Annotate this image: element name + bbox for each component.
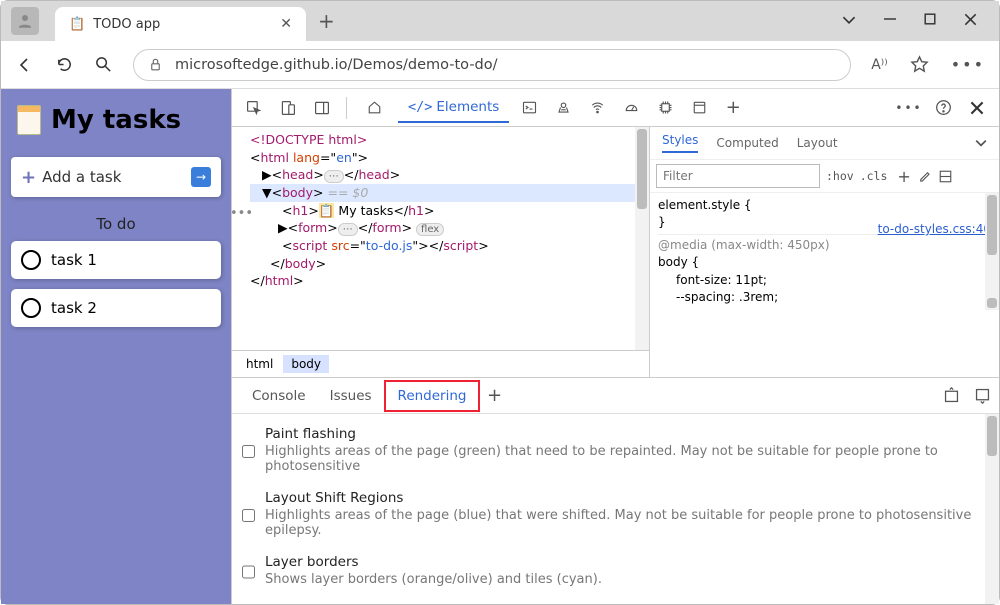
maximize-icon[interactable] — [924, 13, 936, 27]
tab-title: TODO app — [93, 17, 160, 32]
cls-toggle[interactable]: .cls — [860, 169, 888, 183]
crumb-body[interactable]: body — [283, 355, 329, 373]
chevron-down-icon[interactable] — [975, 137, 987, 149]
toggle-layout-icon[interactable] — [938, 169, 953, 184]
rendering-option-title: Layout Shift Regions — [265, 490, 989, 506]
rendering-option: Layout Shift Regions Highlights areas of … — [242, 484, 989, 548]
read-aloud-icon[interactable]: A⁾⁾ — [871, 57, 887, 73]
network-icon[interactable] — [583, 95, 611, 121]
devtools-toolbar: </> Elements + ••• — [232, 89, 999, 127]
console-icon[interactable] — [515, 95, 543, 121]
close-window-icon[interactable] — [964, 13, 977, 27]
device-icon[interactable] — [274, 95, 302, 121]
welcome-tab[interactable] — [357, 94, 392, 121]
window-titlebar: 📋 TODO app ✕ + — [1, 1, 999, 41]
sources-icon[interactable] — [549, 95, 577, 121]
submit-icon[interactable]: → — [191, 167, 211, 187]
add-task-input[interactable]: + Add a task → — [11, 157, 221, 197]
expand-icon[interactable] — [943, 387, 960, 404]
drawer-tab-console[interactable]: Console — [240, 382, 318, 410]
collapse-icon[interactable] — [974, 387, 991, 404]
profile-icon[interactable] — [11, 7, 39, 35]
styles-filter-input[interactable] — [656, 164, 820, 188]
devtools-drawer: Console Issues Rendering + Paint flashin… — [232, 377, 999, 604]
browser-toolbar: microsoftedge.github.io/Demos/demo-to-do… — [1, 41, 999, 89]
more-tabs-icon[interactable]: + — [719, 95, 747, 121]
plus-icon: + — [21, 167, 36, 188]
chevron-down-icon[interactable] — [842, 13, 856, 27]
checkbox-icon[interactable] — [21, 298, 41, 318]
rendering-option-title: Frame Rendering Stats — [265, 603, 731, 604]
rendering-panel: Paint flashing Highlights areas of the pa… — [232, 414, 999, 604]
app-header: My tasks — [17, 105, 221, 135]
task-item[interactable]: task 2 — [11, 289, 221, 327]
hov-toggle[interactable]: :hov — [826, 169, 854, 183]
back-button[interactable] — [15, 55, 35, 75]
close-devtools-icon[interactable] — [963, 95, 991, 121]
rendering-option: Paint flashing Highlights areas of the pa… — [242, 420, 989, 484]
task-label: task 1 — [51, 251, 97, 269]
rendering-checkbox[interactable] — [242, 429, 255, 474]
rendering-option-title: Layer borders — [265, 554, 602, 570]
dom-ellipsis-icon[interactable]: ••• — [232, 205, 253, 223]
help-icon[interactable] — [929, 95, 957, 121]
styles-pane: Styles Computed Layout :hov .cls + eleme… — [649, 127, 999, 377]
lock-icon — [148, 57, 163, 72]
new-style-icon[interactable]: + — [897, 167, 910, 186]
rendering-option-desc: Highlights areas of the page (green) tha… — [265, 444, 989, 474]
drawer-tab-issues[interactable]: Issues — [318, 382, 384, 410]
browser-tab[interactable]: 📋 TODO app ✕ — [55, 7, 306, 41]
checkbox-icon[interactable] — [21, 250, 41, 270]
app-pane: My tasks + Add a task → To do task 1 tas… — [1, 89, 231, 604]
dom-tree[interactable]: ••• <!DOCTYPE html> <html lang="en"> ▶<h… — [232, 127, 649, 350]
rendering-option: Frame Rendering StatsPlots frame through… — [242, 597, 989, 604]
task-item[interactable]: task 1 — [11, 241, 221, 279]
rendering-option: Layer borders Shows layer borders (orange… — [242, 548, 989, 597]
brush-icon[interactable] — [917, 169, 932, 184]
task-label: task 2 — [51, 299, 97, 317]
crumb-html[interactable]: html — [238, 355, 281, 373]
rendering-checkbox[interactable] — [242, 557, 255, 587]
dock-icon[interactable] — [308, 95, 336, 121]
app-title: My tasks — [51, 105, 181, 135]
drawer-tab-rendering[interactable]: Rendering — [384, 380, 481, 412]
memory-icon[interactable] — [651, 95, 679, 121]
minimize-icon[interactable] — [884, 13, 896, 27]
address-bar[interactable]: microsoftedge.github.io/Demos/demo-to-do… — [133, 49, 851, 81]
rendering-option-title: Paint flashing — [265, 426, 989, 442]
refresh-button[interactable] — [55, 55, 74, 74]
more-icon[interactable]: ••• — [951, 55, 985, 74]
favorite-icon[interactable] — [910, 55, 929, 74]
rendering-checkbox[interactable] — [242, 493, 255, 538]
rendering-option-desc: Highlights areas of the page (blue) that… — [265, 508, 989, 538]
layout-tab[interactable]: Layout — [797, 136, 838, 150]
add-task-placeholder: Add a task — [42, 168, 121, 186]
computed-tab[interactable]: Computed — [716, 136, 778, 150]
inspect-icon[interactable] — [240, 95, 268, 121]
breadcrumb[interactable]: html body — [232, 350, 649, 377]
source-link[interactable]: to-do-styles.css:40 — [878, 221, 991, 238]
devtools-panel: </> Elements + ••• ••• <!DOCTYPE html> <… — [231, 89, 999, 604]
performance-icon[interactable] — [617, 95, 645, 121]
more-drawer-tabs-icon[interactable]: + — [480, 383, 508, 409]
url-text: microsoftedge.github.io/Demos/demo-to-do… — [175, 57, 498, 73]
styles-rules[interactable]: element.style { } @media (max-width: 450… — [650, 193, 999, 310]
code-icon: </> — [408, 99, 432, 115]
settings-more-icon[interactable]: ••• — [895, 95, 923, 121]
styles-tab[interactable]: Styles — [662, 133, 698, 153]
rendering-option-desc: Shows layer borders (orange/olive) and t… — [265, 572, 602, 587]
clipboard-icon — [17, 105, 41, 135]
section-label: To do — [11, 215, 221, 233]
new-tab-button[interactable]: + — [318, 9, 335, 33]
close-tab-icon[interactable]: ✕ — [280, 16, 292, 32]
search-icon[interactable] — [94, 55, 113, 74]
elements-tab[interactable]: </> Elements — [398, 93, 509, 123]
clipboard-icon: 📋 — [69, 17, 85, 32]
application-icon[interactable] — [685, 95, 713, 121]
